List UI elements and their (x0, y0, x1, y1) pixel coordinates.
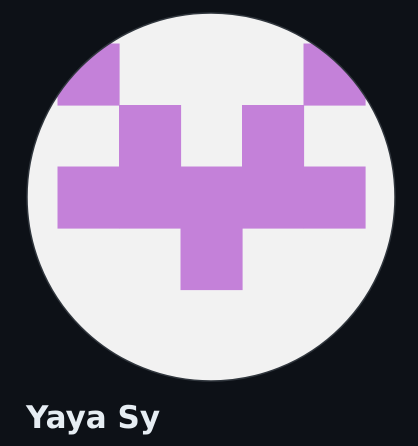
identicon-cell (57, 43, 120, 106)
identicon-cell (242, 166, 305, 229)
identicon-cell (303, 43, 366, 106)
identicon-cell (242, 105, 305, 168)
identicon-avatar-icon (26, 12, 396, 382)
identicon-cell (303, 166, 366, 229)
identicon-cell (119, 105, 182, 168)
profile-display-name: Yaya Sy (26, 400, 161, 436)
identicon-cell (57, 166, 120, 229)
identicon-cell (119, 166, 182, 229)
identicon-cell (180, 228, 243, 291)
identicon-cell (180, 166, 243, 229)
profile-avatar[interactable] (26, 12, 396, 382)
